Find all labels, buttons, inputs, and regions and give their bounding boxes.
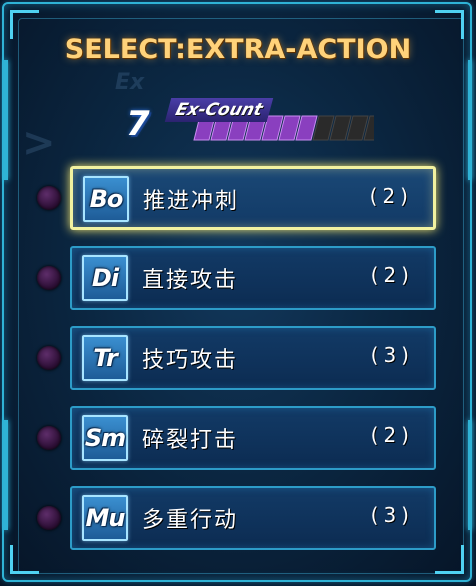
action-name: 推进冲刺 [143, 189, 240, 214]
action-code-icon: Tr [82, 335, 128, 381]
action-option[interactable]: Tr 技巧攻击 (3) [70, 326, 436, 390]
frame-side-bar-left-lower [4, 420, 8, 530]
ex-count-label: Ex-Count [164, 98, 274, 122]
purple-dot-icon [37, 426, 61, 450]
action-code-icon: Bo [83, 176, 129, 222]
action-cost: (3) [370, 343, 414, 367]
action-cost: (2) [369, 184, 413, 208]
action-cost: (3) [370, 503, 414, 527]
frame-corner [435, 545, 464, 574]
frame-side-bar-right [468, 60, 472, 180]
action-option[interactable]: Mu 多重行动 (3) [70, 486, 436, 550]
action-cost: (2) [370, 423, 414, 447]
purple-dot-icon [37, 506, 61, 530]
action-name: 多重行动 [142, 508, 239, 533]
action-name: 碎裂打击 [142, 428, 239, 453]
action-code: Bo [89, 185, 124, 213]
action-cost: (2) [370, 263, 414, 287]
action-code-icon: Sm [82, 415, 128, 461]
purple-dot-icon [37, 346, 61, 370]
purple-dot-icon [37, 266, 61, 290]
action-code-icon: Di [82, 255, 128, 301]
action-code-icon: Mu [82, 495, 128, 541]
extra-action-menu: > Ex SELECT:EXTRA-ACTION 7 Ex-Count Bo 推进… [0, 0, 476, 586]
ex-count-value: 7 [126, 104, 150, 144]
action-option[interactable]: Bo 推进冲刺 (2) [70, 166, 436, 230]
frame-side-bar-left [4, 60, 8, 180]
action-code: Tr [93, 344, 118, 372]
action-code: Sm [84, 424, 126, 452]
action-name: 技巧攻击 [142, 348, 239, 373]
action-option[interactable]: Di 直接攻击 (2) [70, 246, 436, 310]
ex-count-display: 7 Ex-Count [120, 98, 380, 148]
frame-side-bar-right-lower [468, 420, 472, 530]
action-code: Mu [85, 504, 126, 532]
menu-title: SELECT:EXTRA-ACTION [64, 34, 412, 65]
action-option[interactable]: Sm 碎裂打击 (2) [70, 406, 436, 470]
action-name: 直接攻击 [142, 268, 239, 293]
frame-corner [10, 545, 39, 574]
action-code: Di [91, 264, 119, 292]
purple-dot-icon [37, 186, 61, 210]
